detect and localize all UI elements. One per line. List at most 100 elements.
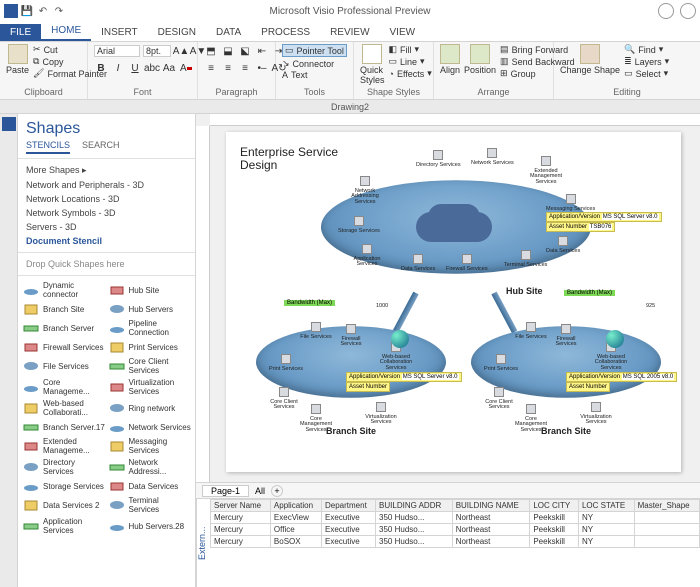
shape-item[interactable]: Ring network [108,398,192,418]
tab-search[interactable]: SEARCH [82,140,120,154]
data-tag[interactable]: Application/Version MS SQL Server v8.0 [546,212,662,222]
font-name-select[interactable]: Arial [94,45,140,57]
position-button[interactable]: Position [464,44,496,75]
italic-button[interactable]: I [111,61,125,75]
tab-process[interactable]: PROCESS [251,24,320,41]
table-row[interactable]: MercuryExecViewExecutive350 Hudso...Nort… [211,512,700,524]
save-icon[interactable]: 💾 [20,4,34,18]
shape-item[interactable]: Network Addressi... [108,457,192,477]
shape-item[interactable]: Hub Servers.28 [108,516,192,536]
table-row[interactable]: MercuryBoSOXExecutive350 Hudso...Northea… [211,536,700,548]
stencil-item[interactable]: Network Locations - 3D [26,192,187,206]
change-shape-button[interactable]: Change Shape [560,44,620,75]
strike-button[interactable]: abc [145,61,159,75]
more-shapes-link[interactable]: More Shapes ▸ [26,163,187,178]
font-color-button[interactable]: A [179,61,193,75]
tab-stencils[interactable]: STENCILS [26,140,70,154]
effects-button[interactable]: ◔ Effects ▾ [389,68,432,79]
shape-item[interactable]: Network Services [108,419,192,435]
bullets-button[interactable]: •– [255,61,269,75]
shape-item[interactable]: Directory Services [22,457,106,477]
shape-item[interactable]: Firewall Services [22,339,106,355]
shape-item[interactable]: Data Services 2 [22,495,106,515]
shape-item[interactable]: Pipeline Connection [108,318,192,338]
page-tab[interactable]: Page-1 [202,485,249,497]
shape-item[interactable]: Core Manageme... [22,377,106,397]
align-top-button[interactable]: ⬒ [204,44,218,58]
column-header[interactable]: Server Name [211,500,271,512]
shape-item[interactable]: Print Services [108,339,192,355]
column-header[interactable]: Master_Shape [634,500,699,512]
connector-tool-button[interactable]: ↘ Connector [282,58,334,69]
align-button[interactable]: Align [440,44,460,75]
bold-button[interactable]: B [94,61,108,75]
add-page-button[interactable]: + [271,485,283,497]
tab-file[interactable]: FILE [0,24,41,41]
column-header[interactable]: LOC CITY [530,500,579,512]
shape-item[interactable]: Core Client Services [108,356,192,376]
undo-icon[interactable]: ↶ [36,4,50,18]
shape-item[interactable]: Terminal Services [108,495,192,515]
font-size-stepper[interactable]: Aa [162,61,176,75]
select-button[interactable]: ▭ Select ▾ [624,68,669,79]
shape-item[interactable]: Virtualization Services [108,377,192,397]
shape-item[interactable]: Hub Servers [108,301,192,317]
shape-item[interactable]: Branch Site [22,301,106,317]
tab-home[interactable]: HOME [41,22,91,41]
quick-styles-button[interactable]: Quick Styles [360,44,385,85]
shape-item[interactable]: Branch Server [22,318,106,338]
tab-data[interactable]: DATA [206,24,251,41]
shape-item[interactable]: Dynamic connector [22,280,106,300]
font-size-select[interactable]: 8pt. [143,45,171,57]
column-header[interactable]: LOC STATE [578,500,634,512]
tab-view[interactable]: VIEW [380,24,426,41]
table-row[interactable]: MercuryOfficeExecutive350 Hudso...Northe… [211,524,700,536]
external-data-label[interactable]: Extern... [196,499,210,587]
align-right-button[interactable]: ≡ [238,61,252,75]
data-tag[interactable]: Asset Number [346,382,390,392]
data-tag[interactable]: Application/Version MS SQL 2005 v8.0 [566,372,677,382]
bandwidth-tag[interactable]: Bandwidth (Max) [564,290,615,296]
align-left-button[interactable]: ≡ [204,61,218,75]
find-button[interactable]: 🔍 Find ▾ [624,44,669,55]
stencil-item-current[interactable]: Document Stencil [26,234,187,248]
data-grid[interactable]: Server NameApplicationDepartmentBUILDING… [210,499,700,587]
shape-item[interactable]: Branch Server.17 [22,419,106,435]
column-header[interactable]: Department [322,500,376,512]
drawing-canvas[interactable]: Enterprise Service Design Hub Site Direc… [196,114,700,482]
shape-item[interactable]: Data Services [108,478,192,494]
data-tag[interactable]: Asset Number [566,382,610,392]
column-header[interactable]: BUILDING NAME [452,500,530,512]
paste-button[interactable]: Paste [6,44,29,75]
shape-item[interactable]: Web-based Collaborati... [22,398,106,418]
line-button[interactable]: ▭ Line ▾ [389,56,432,67]
layers-button[interactable]: ≣ Layers ▾ [624,56,669,67]
text-tool-button[interactable]: A Text [282,70,308,80]
shape-item[interactable]: Storage Services [22,478,106,494]
align-center-button[interactable]: ≡ [221,61,235,75]
shape-item[interactable]: Messaging Services [108,436,192,456]
tab-design[interactable]: DESIGN [148,24,206,41]
indent-dec-button[interactable]: ⇤ [255,44,269,58]
cloud-shape[interactable] [426,210,482,240]
column-header[interactable]: Application [270,500,321,512]
data-tag[interactable]: Application/Version MS SQL Server v8.0 [346,372,462,382]
stencil-item[interactable]: Servers - 3D [26,220,187,234]
redo-icon[interactable]: ↷ [52,4,66,18]
underline-button[interactable]: U [128,61,142,75]
align-bottom-button[interactable]: ⬕ [238,44,252,58]
drawing-page[interactable]: Enterprise Service Design Hub Site Direc… [226,132,681,472]
shape-item[interactable]: Hub Site [108,280,192,300]
fill-button[interactable]: ◧ Fill ▾ [389,44,432,55]
column-header[interactable]: BUILDING ADDR [376,500,453,512]
stencil-item[interactable]: Network and Peripherals - 3D [26,178,187,192]
shape-item[interactable]: Application Services [22,516,106,536]
tab-review[interactable]: REVIEW [320,24,379,41]
tab-insert[interactable]: INSERT [91,24,148,41]
data-tag[interactable]: Asset Number TSB076 [546,222,615,232]
stencil-item[interactable]: Network Symbols - 3D [26,206,187,220]
grow-font-button[interactable]: A▲ [174,44,188,58]
align-middle-button[interactable]: ⬓ [221,44,235,58]
shape-item[interactable]: File Services [22,356,106,376]
shape-item[interactable]: Extended Manageme... [22,436,106,456]
